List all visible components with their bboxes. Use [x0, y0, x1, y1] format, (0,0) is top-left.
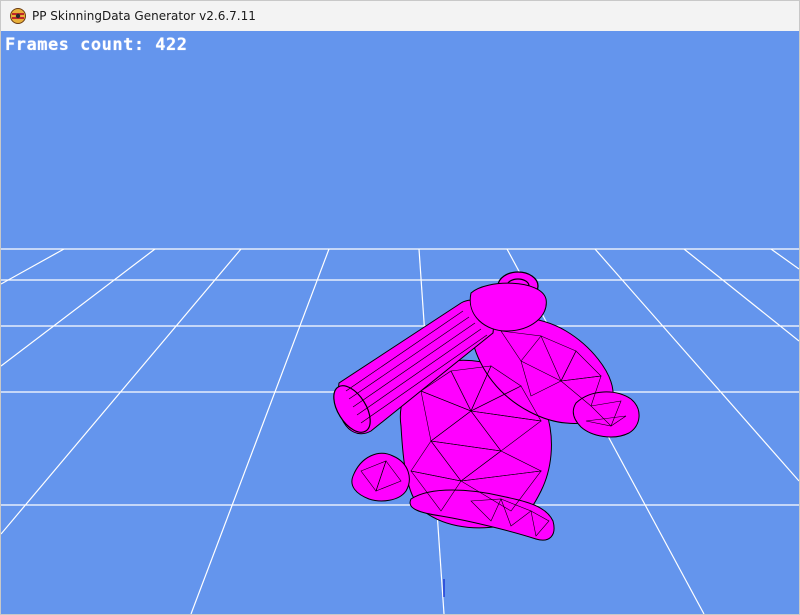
- render-viewport[interactable]: Frames count: 422: [1, 31, 799, 614]
- app-logo-icon: [10, 8, 26, 24]
- app-window: PP SkinningData Generator v2.6.7.11 Fram…: [0, 0, 800, 615]
- floor-grid: [1, 248, 799, 614]
- 3d-scene: [1, 248, 799, 614]
- skinned-mesh-model: [333, 271, 640, 541]
- window-title: PP SkinningData Generator v2.6.7.11: [32, 9, 256, 23]
- title-bar[interactable]: PP SkinningData Generator v2.6.7.11: [1, 1, 799, 31]
- frames-count-label: Frames count: 422: [5, 35, 188, 55]
